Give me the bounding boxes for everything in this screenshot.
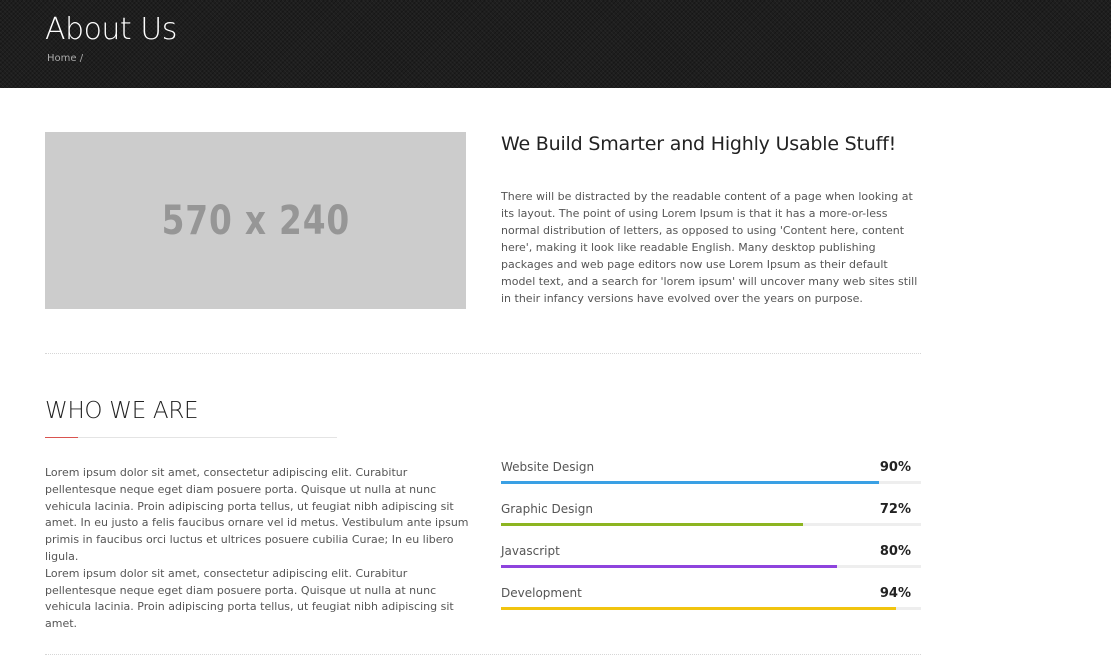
skill-bar-track xyxy=(501,523,921,526)
placeholder-image: 570 x 240 xyxy=(45,132,466,309)
who-we-are-title: WHO WE ARE xyxy=(45,398,199,424)
section-title-accent xyxy=(45,437,78,438)
who-we-are-text: Lorem ipsum dolor sit amet, consectetur … xyxy=(45,465,470,633)
skill-name: Website Design xyxy=(501,460,595,474)
skill-bar-track xyxy=(501,565,921,568)
skill-bar-track xyxy=(501,481,921,484)
breadcrumb: Home / xyxy=(47,52,83,66)
section-divider xyxy=(45,353,921,354)
skill-item: Development 94% xyxy=(501,583,921,625)
skill-bar-fill xyxy=(501,481,879,484)
skill-item: Graphic Design 72% xyxy=(501,499,921,541)
skill-bar-fill xyxy=(501,565,837,568)
skill-bar-track xyxy=(501,607,921,610)
skill-percent: 72% xyxy=(879,502,911,517)
skills-list: Website Design 90% Graphic Design 72% Ja… xyxy=(501,457,921,625)
skill-item: Javascript 80% xyxy=(501,541,921,583)
skill-bar-fill xyxy=(501,523,804,526)
section-title-underline xyxy=(45,437,337,438)
intro-heading: We Build Smarter and Highly Usable Stuff… xyxy=(501,133,897,155)
skill-percent: 80% xyxy=(879,544,911,559)
skill-name: Graphic Design xyxy=(501,502,593,516)
page-title: About Us xyxy=(45,12,177,47)
intro-paragraph: There will be distracted by the readable… xyxy=(501,190,918,305)
breadcrumb-separator: / xyxy=(79,53,84,64)
who-paragraph-1: Lorem ipsum dolor sit amet, consectetur … xyxy=(45,466,469,563)
skill-percent: 94% xyxy=(879,586,911,601)
skill-item: Website Design 90% xyxy=(501,457,921,499)
skill-percent: 90% xyxy=(879,460,911,475)
placeholder-image-label: 570 x 240 xyxy=(161,197,350,244)
who-paragraph-2: Lorem ipsum dolor sit amet, consectetur … xyxy=(45,566,454,631)
breadcrumb-home-link[interactable]: Home xyxy=(47,53,77,64)
skill-name: Javascript xyxy=(501,544,560,558)
skill-name: Development xyxy=(501,586,582,600)
page-header-banner: About Us Home / xyxy=(0,0,1111,88)
skill-bar-fill xyxy=(501,607,896,610)
section-divider xyxy=(45,654,921,655)
